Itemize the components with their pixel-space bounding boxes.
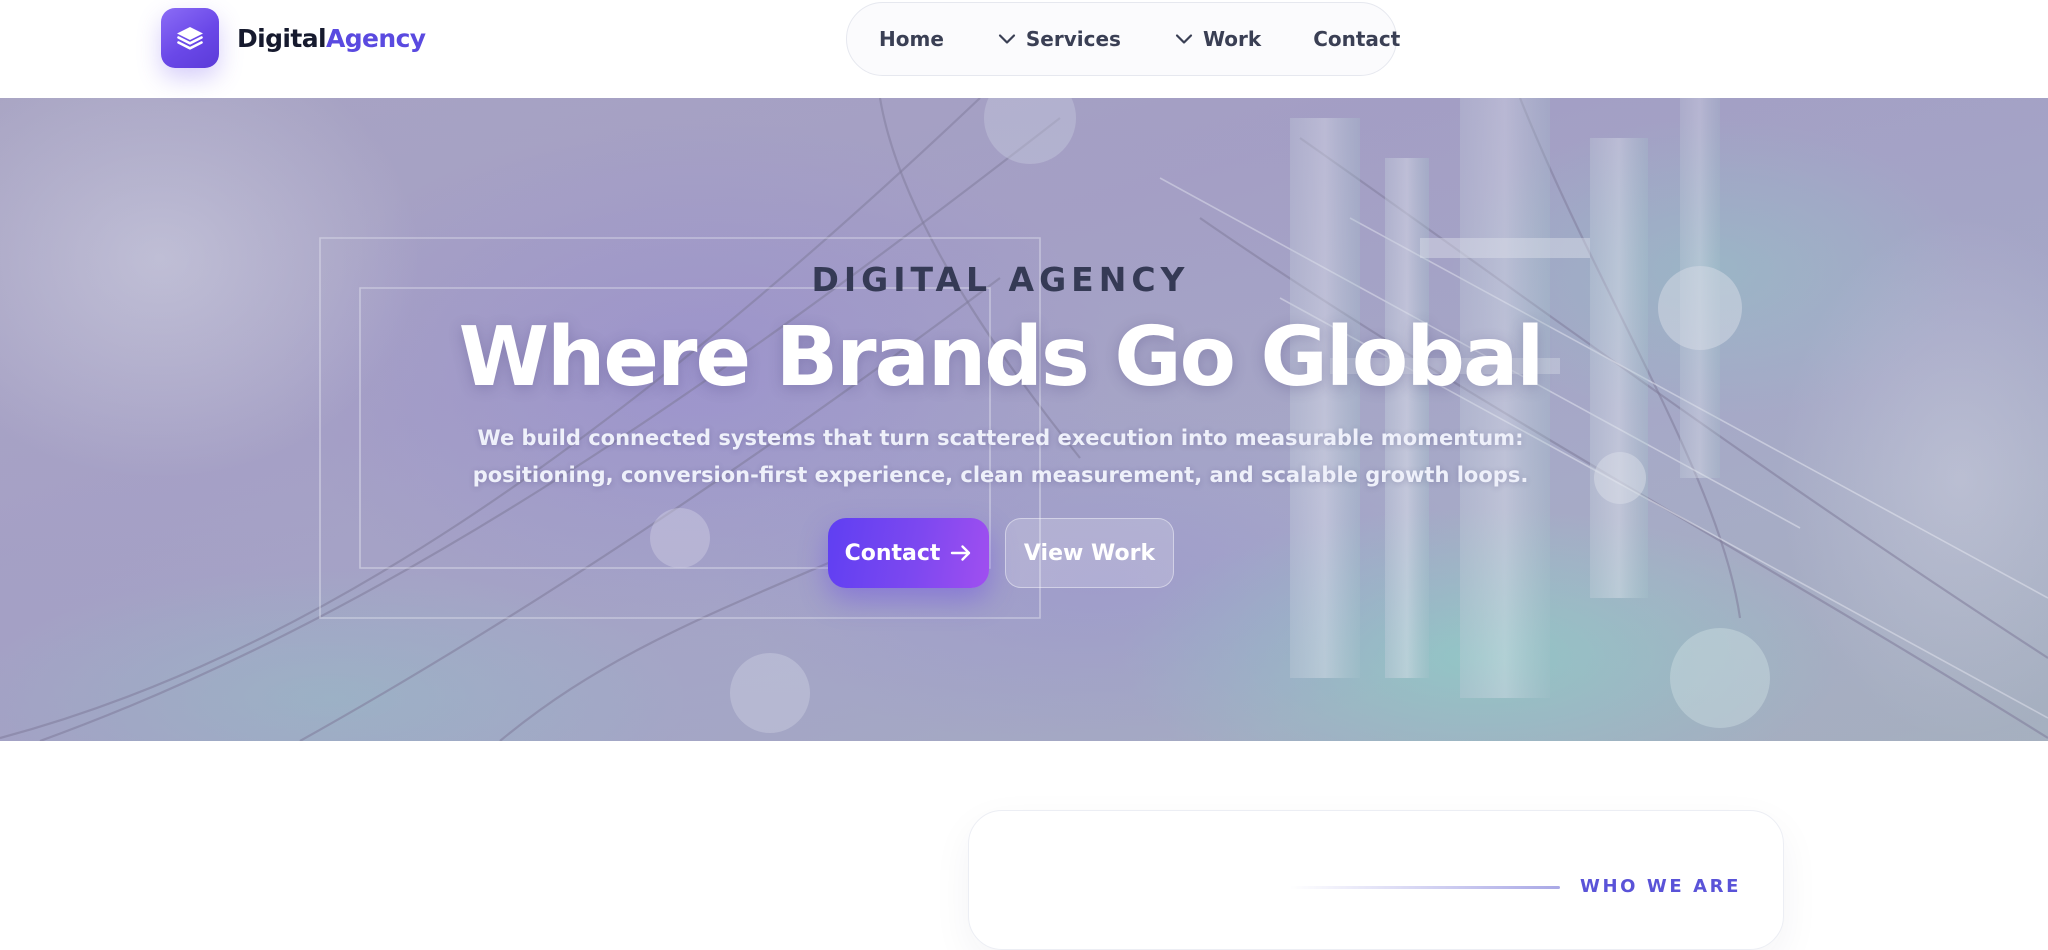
view-work-button-label: View Work xyxy=(1023,540,1156,566)
hero-subtitle: We build connected systems that turn sca… xyxy=(0,420,2001,494)
nav-home-label: Home xyxy=(879,27,944,51)
stack-layers-icon xyxy=(161,8,219,68)
hero-title: Where Brands Go Global xyxy=(458,310,1545,405)
brand-name: DigitalAgency xyxy=(237,24,426,53)
nav-item-home[interactable]: Home xyxy=(879,27,944,51)
contact-button[interactable]: Contact xyxy=(828,518,989,588)
brand-name-accent: Agency xyxy=(325,23,426,53)
chevron-down-icon xyxy=(1175,33,1193,45)
view-work-button[interactable]: View Work xyxy=(1005,518,1174,588)
nav-item-services[interactable]: Services xyxy=(998,27,1121,51)
hero-section: DIGITAL AGENCY Where Brands Go Global We… xyxy=(0,98,2048,741)
hero-subtitle-line: We build connected systems that turn sca… xyxy=(477,426,1524,450)
about-divider-line xyxy=(1290,886,1560,889)
hero-subtitle-line: positioning, conversion-first experience… xyxy=(472,463,1529,487)
nav-item-work[interactable]: Work xyxy=(1175,27,1261,51)
brand-name-main: Digital xyxy=(237,23,327,53)
nav-services-label: Services xyxy=(1025,27,1121,51)
nav-work-label: Work xyxy=(1202,27,1262,51)
chevron-down-icon xyxy=(998,33,1016,45)
arrow-right-icon xyxy=(950,544,972,562)
brand-logo[interactable]: DigitalAgency xyxy=(161,8,426,68)
main-nav: Home Services Work Contact xyxy=(846,2,1400,76)
hero-eyebrow: DIGITAL AGENCY xyxy=(811,260,1190,299)
contact-button-label: Contact xyxy=(844,540,941,566)
nav-contact-label: Contact xyxy=(1313,27,1401,51)
nav-item-contact[interactable]: Contact xyxy=(1313,27,1400,51)
site-header: DigitalAgency Home Services Work Contact xyxy=(0,0,2048,98)
about-eyebrow: WHO WE ARE xyxy=(1580,876,1741,897)
